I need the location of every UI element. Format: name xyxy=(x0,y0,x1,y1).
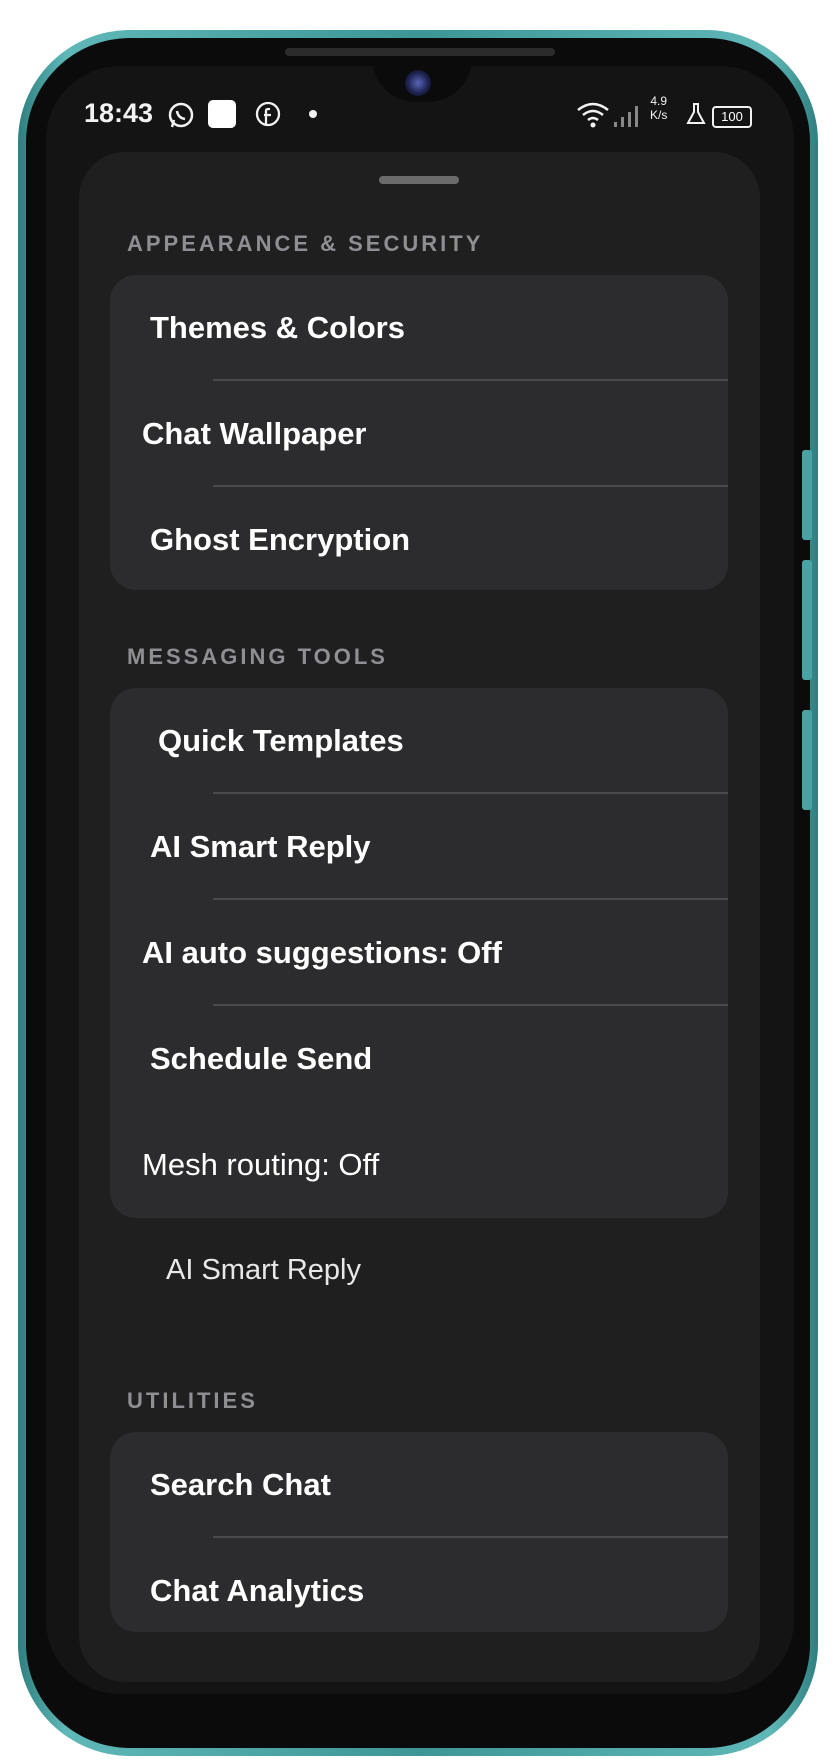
whatsapp-icon xyxy=(168,102,194,128)
flask-icon xyxy=(686,103,706,124)
menu-item-label: Themes & Colors xyxy=(150,310,405,345)
network-rate-unit: K/s xyxy=(650,108,668,122)
bottom-sheet: APPEARANCE & SECURITY Themes & Colors Ch… xyxy=(79,152,760,1682)
menu-item-label: Search Chat xyxy=(150,1467,331,1502)
volume-button-2 xyxy=(802,560,812,680)
network-rate: 4.9 K/s xyxy=(650,94,667,122)
menu-item-label: Ghost Encryption xyxy=(150,522,411,557)
dot-icon xyxy=(309,110,317,118)
menu-item-ai-smart-reply[interactable]: AI Smart Reply xyxy=(110,794,728,900)
power-button xyxy=(802,710,812,810)
menu-item-mesh-routing[interactable]: Mesh routing: Off xyxy=(110,1112,728,1218)
earpiece-speaker xyxy=(285,48,555,56)
signal-icon xyxy=(614,106,638,127)
messaging-tools-card: Quick Templates AI Smart Reply AI auto s… xyxy=(110,688,728,1218)
facebook-icon xyxy=(255,101,281,127)
menu-item-label: Chat Analytics xyxy=(150,1573,365,1608)
menu-item-themes-colors[interactable]: Themes & Colors xyxy=(110,275,728,381)
menu-item-search-chat[interactable]: Search Chat xyxy=(110,1432,728,1538)
menu-item-quick-templates[interactable]: Quick Templates xyxy=(110,688,728,794)
menu-item-ghost-encryption[interactable]: Ghost Encryption xyxy=(110,487,728,590)
section-title-messaging: MESSAGING TOOLS xyxy=(127,644,388,669)
network-rate-value: 4.9 xyxy=(650,94,668,108)
section-title-utilities: UTILITIES xyxy=(127,1388,258,1413)
drag-handle[interactable] xyxy=(379,176,459,184)
appearance-security-card: Themes & Colors Chat Wallpaper Ghost Enc… xyxy=(110,275,728,590)
utilities-card: Search Chat Chat Analytics xyxy=(110,1432,728,1632)
white-square-icon xyxy=(208,100,236,128)
menu-item-schedule-send[interactable]: Schedule Send xyxy=(110,1006,728,1112)
menu-item-label: AI auto suggestions: Off xyxy=(142,935,502,970)
menu-item-label: Chat Wallpaper xyxy=(142,416,367,451)
front-camera-icon xyxy=(405,70,431,96)
menu-item-ai-auto-suggestions[interactable]: AI auto suggestions: Off xyxy=(110,900,728,1006)
wifi-icon xyxy=(577,102,609,128)
menu-item-chat-wallpaper[interactable]: Chat Wallpaper xyxy=(110,381,728,487)
status-time: 18:43 xyxy=(84,98,154,128)
status-bar: 18:43 4.9 K/s 100 xyxy=(84,94,756,136)
menu-item-label: Quick Templates xyxy=(158,723,404,758)
menu-item-chat-analytics[interactable]: Chat Analytics xyxy=(110,1538,728,1632)
battery-icon: 100 xyxy=(712,106,752,128)
menu-item-label: Schedule Send xyxy=(150,1041,373,1076)
menu-item-label: AI Smart Reply xyxy=(150,829,371,864)
volume-button xyxy=(802,450,812,540)
section-title-appearance: APPEARANCE & SECURITY xyxy=(127,231,484,256)
loose-item-ai-smart-reply[interactable]: AI Smart Reply xyxy=(166,1254,361,1287)
menu-item-label: Mesh routing: Off xyxy=(142,1147,380,1182)
